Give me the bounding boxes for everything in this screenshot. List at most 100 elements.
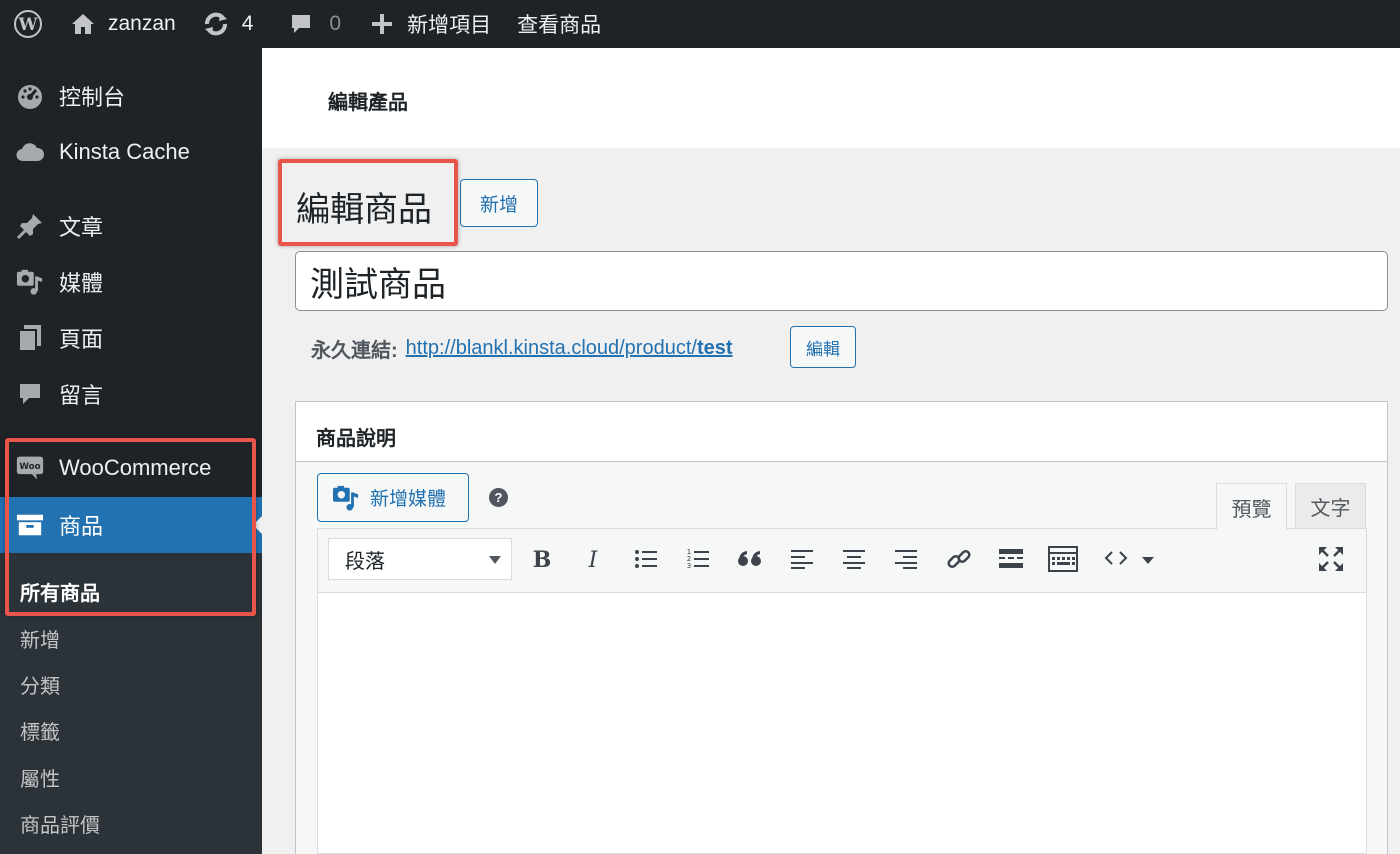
view-product-link[interactable]: 查看商品 <box>517 0 601 48</box>
format-select[interactable]: 段落 <box>328 538 512 580</box>
align-right-icon <box>895 550 917 569</box>
chevron-down-icon <box>489 556 501 564</box>
quote-icon <box>738 551 761 566</box>
cloud-icon <box>16 138 44 166</box>
sidebar-item-label: 控制台 <box>59 85 126 110</box>
admin-bar: W zanzan 4 0 新增項目 查看商品 <box>0 0 1400 48</box>
sidebar-item-label: 留言 <box>59 383 104 408</box>
wordpress-logo-icon[interactable]: W <box>0 0 56 48</box>
bold-icon: B <box>533 548 552 570</box>
woo-icon: Woo <box>16 454 44 482</box>
sidebar-item-label: Kinsta Cache <box>59 139 190 164</box>
sidebar-item-woocommerce[interactable]: Woo WooCommerce <box>0 448 262 488</box>
link-icon <box>947 549 971 569</box>
code-dropdown-button[interactable] <box>1102 541 1158 577</box>
permalink-slug: test <box>696 337 733 359</box>
sidebar-item-pages[interactable]: 頁面 <box>0 318 262 358</box>
permalink-link[interactable]: http://blankl.kinsta.cloud/product/test <box>406 337 733 360</box>
product-description-box: 商品說明 新增媒體 ? 預覽 文字 段落 B I 1 2 3 <box>295 401 1388 854</box>
site-name: zanzan <box>108 12 176 35</box>
sidebar-item-dashboard[interactable]: 控制台 <box>0 76 262 116</box>
read-more-icon <box>999 549 1023 568</box>
editor-toolbar: 段落 B I 123 <box>318 529 1366 593</box>
tab-visual[interactable]: 預覽 <box>1216 483 1287 530</box>
bold-button[interactable]: B <box>524 541 560 577</box>
sidebar-item-products[interactable]: 商品 <box>0 497 263 553</box>
submenu-item-all-products[interactable]: 所有商品 <box>20 577 100 606</box>
align-right-button[interactable] <box>888 541 924 577</box>
new-content-label: 新增項目 <box>407 14 492 37</box>
numbered-list-icon: 123 <box>687 548 709 570</box>
add-media-label: 新增媒體 <box>370 489 447 510</box>
sidebar-item-label: 商品 <box>59 514 104 539</box>
insert-link-button[interactable] <box>941 541 977 577</box>
archive-icon <box>16 511 44 539</box>
sidebar-item-posts[interactable]: 文章 <box>0 206 262 246</box>
submenu-item-categories[interactable]: 分類 <box>20 670 60 699</box>
media-icon <box>16 268 44 296</box>
sidebar-item-media[interactable]: 媒體 <box>0 262 262 302</box>
plus-icon <box>372 14 393 34</box>
permalink-label: 永久連結: <box>311 340 398 362</box>
submenu-item-reviews[interactable]: 商品評價 <box>20 809 100 838</box>
permalink-row: 永久連結: http://blankl.kinsta.cloud/product… <box>311 334 733 363</box>
products-submenu: 所有商品 新增 分類 標籤 屬性 商品評價 <box>0 553 262 854</box>
sidebar-item-label: WooCommerce <box>59 455 212 480</box>
editor-content-area[interactable] <box>318 593 1366 853</box>
sidebar-item-label: 媒體 <box>59 271 104 296</box>
read-more-button[interactable] <box>993 541 1029 577</box>
refresh-icon <box>204 12 227 36</box>
svg-text:B: B <box>533 548 552 570</box>
tab-text[interactable]: 文字 <box>1295 483 1366 529</box>
updates-count: 4 <box>241 12 254 35</box>
comment-icon <box>16 380 44 408</box>
add-new-button[interactable]: 新增 <box>460 179 538 227</box>
help-icon[interactable]: ? <box>489 488 508 507</box>
align-left-icon <box>791 550 813 569</box>
edit-slug-button[interactable]: 編輯 <box>790 326 856 368</box>
sidebar-item-kinsta-cache[interactable]: Kinsta Cache <box>0 132 262 172</box>
admin-sidebar: 控制台 Kinsta Cache 文章 媒體 頁面 留言 Woo WooComm… <box>0 48 263 854</box>
numbered-list-button[interactable]: 123 <box>680 541 716 577</box>
blockquote-button[interactable] <box>732 541 768 577</box>
sidebar-item-comments[interactable]: 留言 <box>0 374 262 414</box>
description-header: 商品說明 <box>296 402 1387 462</box>
pages-icon <box>16 324 44 352</box>
comment-bubble-icon <box>292 15 311 33</box>
permalink-base: http://blankl.kinsta.cloud/product/ <box>405 337 697 359</box>
home-icon <box>72 14 94 34</box>
editor: 段落 B I 123 <box>317 528 1367 854</box>
keyboard-icon <box>1048 546 1078 572</box>
add-media-button[interactable]: 新增媒體 <box>317 473 469 522</box>
align-left-button[interactable] <box>784 541 820 577</box>
submenu-item-add-new[interactable]: 新增 <box>20 624 60 653</box>
sidebar-item-label: 頁面 <box>59 327 104 352</box>
italic-button[interactable]: I <box>575 541 611 577</box>
align-center-icon <box>843 550 865 569</box>
submenu-item-tags[interactable]: 標籤 <box>20 716 60 745</box>
updates-link[interactable]: 4 <box>202 0 254 48</box>
description-body: 新增媒體 ? 預覽 文字 段落 B I 123 <box>296 462 1387 854</box>
bullet-list-button[interactable] <box>628 541 664 577</box>
fullscreen-icon <box>1319 547 1343 571</box>
site-name-link[interactable]: zanzan <box>70 0 176 48</box>
description-title: 商品說明 <box>316 428 396 450</box>
new-content-link[interactable]: 新增項目 <box>371 0 491 48</box>
toolbar-toggle-button[interactable] <box>1045 541 1081 577</box>
format-select-value: 段落 <box>345 550 385 573</box>
header-title: 編輯產品 <box>328 92 408 114</box>
current-menu-arrow <box>253 515 263 535</box>
fullscreen-button[interactable] <box>1313 541 1349 577</box>
submenu-item-attributes[interactable]: 屬性 <box>20 763 60 792</box>
svg-text:I: I <box>588 548 599 570</box>
align-center-button[interactable] <box>836 541 872 577</box>
code-icon <box>1104 551 1154 565</box>
page-title: 編輯商品 <box>296 191 432 229</box>
svg-text:3: 3 <box>687 562 691 570</box>
view-product-label: 查看商品 <box>517 14 602 37</box>
italic-icon: I <box>588 548 599 570</box>
product-title-input[interactable]: 測試商品 <box>295 251 1388 311</box>
bullet-list-icon <box>635 550 657 568</box>
comments-link[interactable]: 0 <box>289 0 341 48</box>
pin-icon <box>16 212 44 240</box>
